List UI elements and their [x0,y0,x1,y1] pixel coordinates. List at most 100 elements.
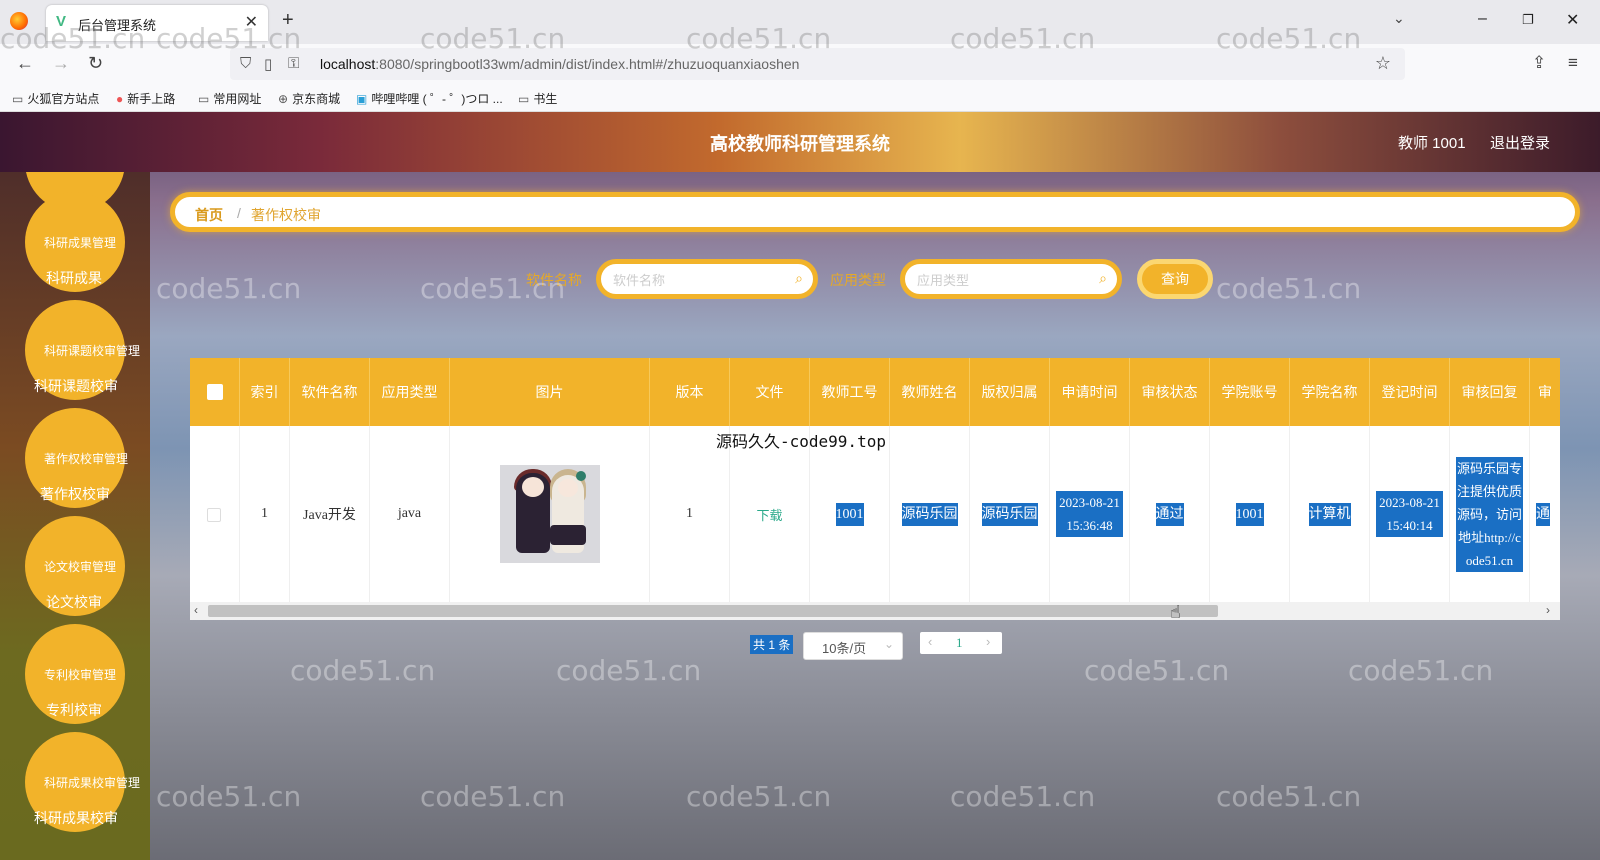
hand-cursor-icon: ☝ [1170,602,1181,622]
bookmarks-bar: ▭ 火狐官方站点 ● 新手上路 ▭ 常用网址 ⊕ 京东商城 ▣ 哔哩哔哩 ( ゜- ゜)つ… [0,84,1600,112]
firefox-icon[interactable] [10,12,28,30]
row-checkbox[interactable] [207,508,221,522]
page-size-select[interactable]: 10条/页 ⌄ [803,632,903,660]
overlay-watermark: 源码久久-code99.top [716,432,886,451]
forward-icon[interactable]: → [52,53,70,74]
scroll-left-icon[interactable]: ‹ [194,603,198,617]
bookmark-item[interactable]: ▭ 书生 [518,90,557,107]
globe-icon: ⊕ [278,92,289,106]
prev-page-icon[interactable]: ‹ [928,634,932,649]
close-window-icon[interactable]: ✕ [1566,10,1579,30]
scroll-right-icon[interactable]: › [1546,603,1550,617]
cell-software-name: Java开发 [290,426,370,602]
col-header: 审核回复 [1450,358,1530,426]
sidebar-subitem-label[interactable]: 著作权校审 [40,484,110,504]
next-page-icon[interactable]: › [986,634,990,649]
browser-nav-bar: ← → ↻ ⛉ ▯ ⚿ localhost:8080/springbootl33… [0,44,1600,84]
sidebar: 科研成果管理 科研成果 科研课题校审管理 科研课题校审 著作权校审管理 著作权校… [0,172,150,860]
sidebar-item-label[interactable]: 科研成果管理 [44,234,116,251]
page-icon[interactable]: ▯ [264,55,272,73]
bookmark-star-icon[interactable]: ☆ [1375,53,1391,74]
breadcrumb: 首页 / 著作权校审 [170,192,1580,232]
col-header: 软件名称 [290,358,370,426]
permissions-icon[interactable]: ⚿ [288,55,299,72]
query-button[interactable]: 查询 [1137,259,1213,299]
col-header: 审核状态 [1130,358,1210,426]
download-link[interactable]: 下载 [756,505,782,524]
logout-button[interactable]: 退出登录 [1490,132,1550,153]
cell-teacher-name: 源码乐园 [890,426,970,602]
firefox-icon: ● [116,92,124,106]
browser-tab[interactable]: V 后台管理系统 ✕ [46,5,268,41]
cell-version: 1 [650,426,730,602]
breadcrumb-current: 著作权校审 [251,207,321,223]
app-area: 高校教师科研管理系统 教师 1001 退出登录 科研成果管理 科研成果 科研课题… [0,112,1600,860]
chevron-down-icon[interactable]: ⌄ [1393,10,1405,27]
chevron-down-icon: ⌄ [883,637,894,651]
software-name-input[interactable] [613,270,783,290]
page-number[interactable]: 1 [956,635,963,651]
search-icon[interactable]: ⌕ [795,270,803,287]
address-bar[interactable]: ⛉ ▯ ⚿ localhost:8080/springbootl33wm/adm… [230,48,1405,80]
cell-college-no: 1001 [1210,426,1290,602]
select-all-checkbox[interactable] [207,384,223,400]
sidebar-item-label[interactable]: 科研成果校审管理 [44,774,140,791]
sidebar-subitem-label[interactable]: 科研课题校审 [34,376,118,396]
sidebar-subitem-label[interactable]: 科研成果校审 [34,808,118,828]
col-header: 申请时间 [1050,358,1130,426]
software-name-label: 软件名称 [526,272,582,288]
cell-app-type: java [370,426,450,602]
header-select-cell [190,358,240,426]
restore-icon[interactable]: ❐ [1522,12,1534,28]
folder-icon: ▭ [518,92,530,106]
bookmark-item[interactable]: ▭ 火狐官方站点 [12,90,99,107]
software-thumbnail-image[interactable] [499,465,600,563]
sidebar-item-label[interactable]: 科研课题校审管理 [44,342,140,359]
app-type-input[interactable] [917,270,1087,290]
software-name-field[interactable]: ⌕ [596,259,818,299]
sidebar-subitem-label[interactable]: 专利校审 [46,700,102,720]
vue-favicon-icon: V [56,13,67,30]
cell-college-name: 计算机 [1290,426,1370,602]
url-text[interactable]: localhost:8080/springbootl33wm/admin/dis… [320,56,799,72]
horizontal-scrollbar[interactable]: ‹ › [190,602,1560,620]
scrollbar-thumb[interactable] [208,605,1218,617]
menu-icon[interactable]: ≡ [1568,53,1578,73]
shield-icon[interactable]: ⛉ [240,55,251,72]
table-header: 索引 软件名称 应用类型 图片 版本 文件 教师工号 教师姓名 版权归属 申请时… [190,358,1560,426]
col-header: 教师姓名 [890,358,970,426]
sidebar-item-label[interactable]: 专利校审管理 [44,666,116,683]
bilibili-icon: ▣ [356,92,368,106]
cell-apply-time: 2023-08-21 15:36:48 [1050,426,1130,602]
app-type-field[interactable]: ⌕ [900,259,1122,299]
bookmark-item[interactable]: ⊕ 京东商城 [278,90,340,107]
reload-icon[interactable]: ↻ [88,53,103,74]
sidebar-item-label[interactable]: 著作权校审管理 [44,450,128,467]
bookmark-item[interactable]: ▣ 哔哩哔哩 ( ゜- ゜)つロ ... [356,90,503,107]
sidebar-subitem-label[interactable]: 科研成果 [46,268,102,288]
bookmark-item[interactable]: ▭ 常用网址 [198,90,261,107]
new-tab-icon[interactable]: + [282,9,294,32]
cell-file: 下载 [730,426,810,602]
cell-index: 1 [240,426,290,602]
sidebar-subitem-label[interactable]: 论文校审 [46,592,102,612]
folder-icon: ▭ [198,92,210,106]
extensions-icon[interactable]: ⇪ [1532,53,1546,73]
user-name: 教师 1001 [1398,135,1466,152]
bookmark-item[interactable]: ● 新手上路 [116,90,175,107]
close-tab-icon[interactable]: ✕ [245,12,258,32]
back-icon[interactable]: ← [16,53,34,74]
table-row[interactable]: 1 Java开发 java 1 下载 1001 源码乐园 源码乐园 2023-0… [190,426,1560,602]
col-header: 应用类型 [370,358,450,426]
col-header: 文件 [730,358,810,426]
cell-status: 通过 [1130,426,1210,602]
cell-image [450,426,650,602]
breadcrumb-separator: / [237,205,241,221]
minimize-icon[interactable]: – [1478,10,1487,28]
col-header: 图片 [450,358,650,426]
search-icon[interactable]: ⌕ [1099,270,1107,287]
breadcrumb-home[interactable]: 首页 [195,205,223,225]
col-header: 教师工号 [810,358,890,426]
sidebar-item-label[interactable]: 论文校审管理 [44,558,116,575]
data-table: 索引 软件名称 应用类型 图片 版本 文件 教师工号 教师姓名 版权归属 申请时… [190,358,1560,620]
